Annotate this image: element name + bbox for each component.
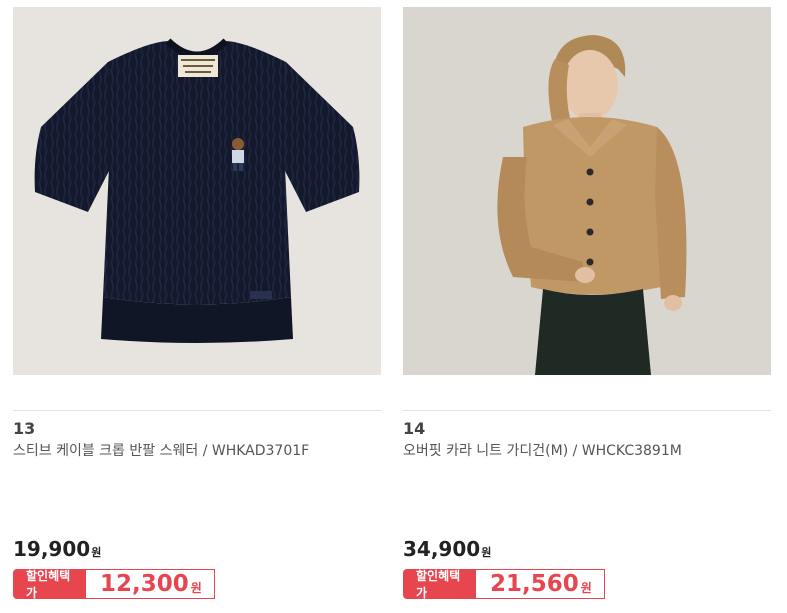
product-card[interactable]: 14 오버핏 카라 니트 가디건(M) / WHCKC3891M 34,900원… [403, 7, 771, 600]
product-rank: 14 [403, 419, 426, 438]
product-image[interactable] [13, 7, 381, 375]
sale-price-value: 12,300 [100, 571, 189, 597]
price-value: 19,900 [13, 537, 91, 561]
sale-price-unit: 원 [190, 580, 202, 595]
product-price: 19,900원 [13, 537, 101, 561]
sale-price-value: 21,560 [490, 571, 579, 597]
sale-price: 21,560 원 [475, 569, 605, 599]
price-unit: 원 [481, 546, 492, 559]
sale-price-box: 할인혜택가 12,300 원 [13, 569, 215, 600]
sale-price-box: 할인혜택가 21,560 원 [403, 569, 605, 600]
price-unit: 원 [91, 546, 102, 559]
sale-label: 할인혜택가 [13, 569, 85, 600]
sale-price-unit: 원 [580, 580, 592, 595]
product-image[interactable] [403, 7, 771, 375]
camel-knit-cardigan-model-image [403, 7, 771, 375]
navy-cable-knit-sweater-image [34, 38, 360, 343]
divider [13, 410, 381, 411]
product-rank: 13 [13, 419, 36, 438]
price-value: 34,900 [403, 537, 481, 561]
sale-label: 할인혜택가 [403, 569, 475, 600]
product-price: 34,900원 [403, 537, 491, 561]
sale-price: 12,300 원 [85, 569, 215, 599]
product-name[interactable]: 스티브 케이블 크롭 반팔 스웨터 / WHKAD3701F [13, 440, 309, 460]
divider [403, 410, 771, 411]
product-name[interactable]: 오버핏 카라 니트 가디건(M) / WHCKC3891M [403, 440, 682, 460]
product-card[interactable]: 13 스티브 케이블 크롭 반팔 스웨터 / WHKAD3701F 19,900… [13, 7, 381, 600]
